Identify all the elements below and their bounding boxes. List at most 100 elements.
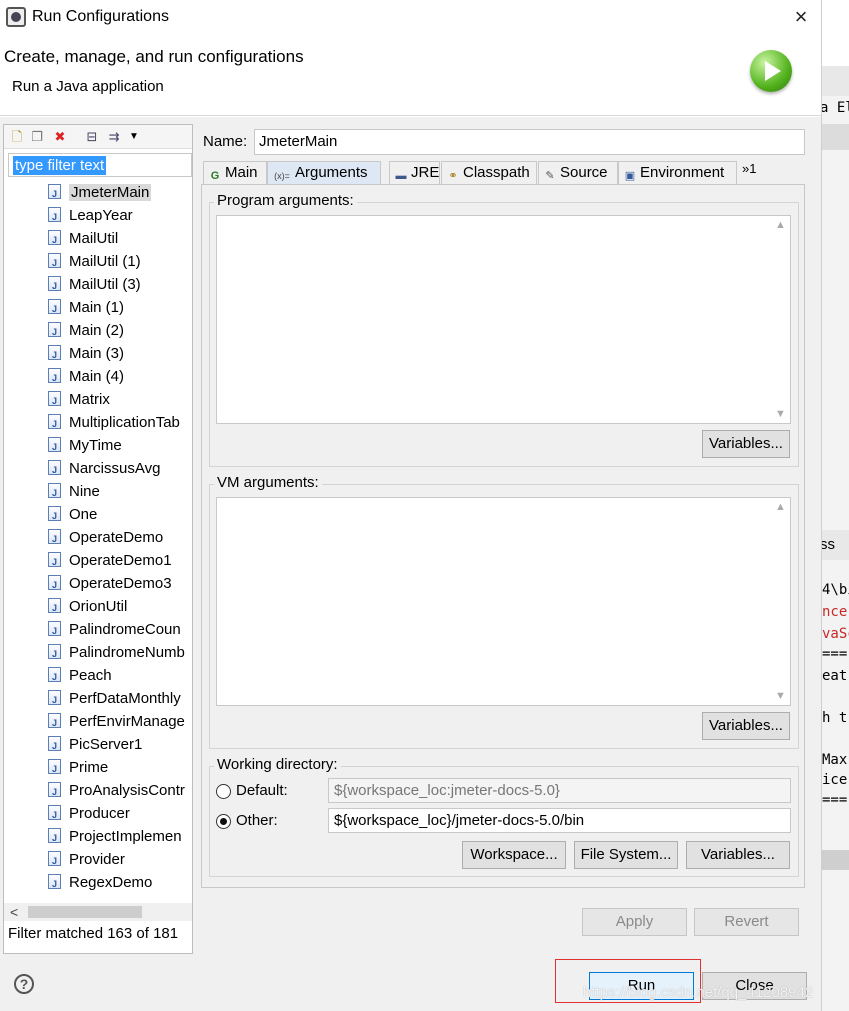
horizontal-scrollbar[interactable]: < — [4, 903, 192, 921]
vertical-scrollbar[interactable]: ▲ ▼ — [772, 216, 790, 423]
tab-overflow-button[interactable]: »1 — [742, 161, 756, 176]
java-application-icon — [48, 252, 61, 274]
background-editor-text: === — [822, 792, 848, 808]
configuration-item[interactable]: MailUtil (1) — [48, 251, 141, 274]
configuration-item[interactable]: Provider — [48, 849, 125, 872]
tab-label: Environment — [640, 164, 725, 181]
configuration-item[interactable]: ProjectImplemen — [48, 826, 182, 849]
configuration-item[interactable]: Peach — [48, 665, 112, 688]
configuration-item[interactable]: MailUtil — [48, 228, 119, 251]
configuration-item[interactable]: NarcissusAvg — [48, 458, 161, 481]
java-application-icon — [48, 206, 61, 228]
configuration-item[interactable]: Main (2) — [48, 320, 124, 343]
help-icon[interactable]: ? — [14, 974, 34, 994]
apply-button[interactable]: Apply — [582, 908, 687, 936]
vm-arguments-input[interactable]: ▲ ▼ — [216, 497, 791, 706]
java-application-icon — [48, 597, 61, 619]
configuration-item[interactable]: Nine — [48, 481, 100, 504]
configuration-item[interactable]: OperateDemo — [48, 527, 163, 550]
configuration-item[interactable]: PerfDataMonthly — [48, 688, 181, 711]
duplicate-icon[interactable]: ❐ — [29, 129, 45, 145]
new-configuration-icon[interactable]: 🗋 — [9, 129, 25, 145]
configuration-item-label: Provider — [69, 851, 125, 868]
scroll-left-icon[interactable]: < — [10, 903, 18, 921]
revert-button[interactable]: Revert — [694, 908, 799, 936]
view-menu-icon[interactable]: ▼ — [126, 129, 142, 145]
configuration-item-label: MyTime — [69, 437, 122, 454]
background-editor-text: nce — [822, 604, 848, 620]
configuration-item[interactable]: LeapYear — [48, 205, 133, 228]
scroll-thumb[interactable] — [28, 906, 142, 918]
configuration-item[interactable]: Main (1) — [48, 297, 124, 320]
configuration-item[interactable]: PalindromeNumb — [48, 642, 185, 665]
working-dir-variables-button[interactable]: Variables... — [686, 841, 790, 869]
program-arguments-input[interactable]: ▲ ▼ — [216, 215, 791, 424]
tab-environment[interactable]: ▣ Environment — [618, 161, 737, 185]
configuration-item-label: ProAnalysisContr — [69, 782, 185, 799]
name-input[interactable]: JmeterMain — [254, 129, 805, 155]
configuration-item-label: PalindromeCoun — [69, 621, 181, 638]
watermark: https://blog.csdn.net/qq_41208942 — [583, 984, 814, 1001]
configuration-item[interactable]: MailUtil (3) — [48, 274, 141, 297]
configuration-item[interactable]: OperateDemo3 — [48, 573, 172, 596]
tab-main[interactable]: G Main — [203, 161, 267, 185]
configuration-item[interactable]: Main (3) — [48, 343, 124, 366]
configuration-item[interactable]: MultiplicationTab — [48, 412, 180, 435]
title-bar: Run Configurations × — [0, 0, 821, 36]
configuration-item-label: One — [69, 506, 98, 523]
tab-source[interactable]: ✎ Source — [538, 161, 618, 185]
configuration-item-label: Prime — [69, 759, 109, 776]
configuration-item[interactable]: Producer — [48, 803, 130, 826]
collapse-all-icon[interactable]: ⊟ — [84, 129, 100, 145]
configuration-item[interactable]: One — [48, 504, 98, 527]
java-application-icon — [48, 827, 61, 849]
java-application-icon — [48, 643, 61, 665]
configuration-item[interactable]: Main (4) — [48, 366, 124, 389]
configuration-item[interactable]: PalindromeCoun — [48, 619, 181, 642]
tab-jre[interactable]: ▬ JRE — [389, 161, 440, 185]
default-radio[interactable] — [216, 784, 231, 799]
java-application-icon — [48, 735, 61, 757]
filter-icon[interactable]: ⇉ — [106, 129, 122, 145]
program-variables-button[interactable]: Variables... — [702, 430, 790, 458]
workspace-button[interactable]: Workspace... — [462, 841, 566, 869]
configuration-item[interactable]: Matrix — [48, 389, 110, 412]
scroll-down-icon[interactable]: ▼ — [775, 408, 786, 420]
configuration-item[interactable]: ProAnalysisContr — [48, 780, 185, 803]
vertical-scrollbar[interactable]: ▲ ▼ — [772, 498, 790, 705]
configuration-item[interactable]: OperateDemo1 — [48, 550, 172, 573]
configuration-item[interactable]: Prime — [48, 757, 109, 780]
configuration-item-label: Matrix — [69, 391, 110, 408]
close-window-button[interactable]: × — [790, 6, 812, 28]
delete-icon[interactable]: ✖ — [52, 129, 68, 145]
configuration-item[interactable]: MyTime — [48, 435, 122, 458]
java-application-icon — [48, 436, 61, 458]
other-directory-input[interactable]: ${workspace_loc}/jmeter-docs-5.0/bin — [328, 808, 791, 833]
configuration-item[interactable]: PerfEnvirManage — [48, 711, 185, 734]
filter-status: Filter matched 163 of 181 — [8, 925, 179, 942]
java-application-icon — [48, 183, 61, 205]
configuration-item[interactable]: RegexDemo — [48, 872, 152, 895]
configuration-item[interactable]: JmeterMain — [48, 182, 152, 205]
run-green-icon — [750, 50, 792, 92]
scroll-up-icon[interactable]: ▲ — [775, 501, 786, 513]
file-system-button[interactable]: File System... — [574, 841, 678, 869]
scroll-down-icon[interactable]: ▼ — [775, 690, 786, 702]
dialog-content: 🗋 ❐ ✖ ⊟ ⇉ ▼ type filter text JmeterMain L… — [0, 117, 821, 1011]
configuration-item[interactable]: PicServer1 — [48, 734, 142, 757]
vm-variables-button[interactable]: Variables... — [702, 712, 790, 740]
background-editor-text: 4\bi — [822, 582, 849, 598]
filter-input[interactable]: type filter text — [8, 153, 192, 177]
java-application-icon — [48, 344, 61, 366]
configuration-item-label: MailUtil — [69, 230, 119, 247]
configuration-item-label: NarcissusAvg — [69, 460, 161, 477]
window-title: Run Configurations — [32, 8, 169, 25]
tab-arguments[interactable]: (x)= Arguments — [267, 161, 381, 185]
configuration-item[interactable]: OrionUtil — [48, 596, 127, 619]
background-editor-text: h t — [822, 710, 848, 726]
tab-classpath[interactable]: ⚭ Classpath — [441, 161, 537, 185]
java-application-icon — [48, 712, 61, 734]
background-editor-text: ice — [822, 772, 848, 788]
other-radio[interactable] — [216, 814, 231, 829]
scroll-up-icon[interactable]: ▲ — [775, 219, 786, 231]
